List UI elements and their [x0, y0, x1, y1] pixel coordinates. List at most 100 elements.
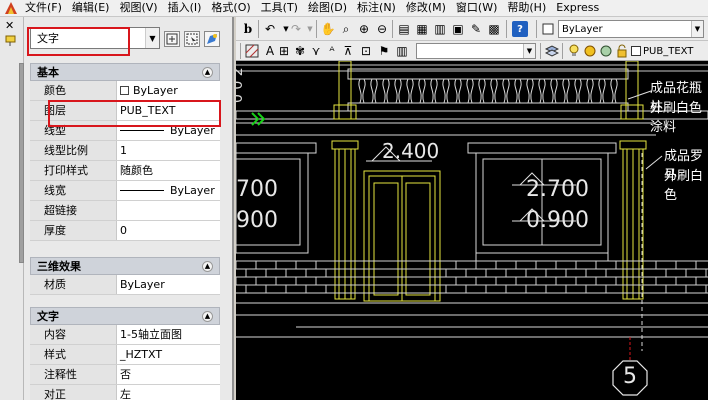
menu-format[interactable]: 格式(O) — [206, 0, 255, 16]
dim-text[interactable]: 700 — [236, 177, 278, 202]
baluster — [370, 78, 378, 104]
select-objects-icon[interactable] — [184, 31, 200, 47]
prop-row-plot-style[interactable]: 打印样式 随颜色 — [30, 161, 220, 181]
layer-thaw-icon[interactable] — [582, 43, 598, 59]
prop-row-thickness[interactable]: 厚度 0 — [30, 221, 220, 241]
section-3d-effects[interactable]: 三维效果 ▲ — [30, 257, 220, 275]
toolbar-separator — [536, 20, 537, 38]
prop-row-style[interactable]: 样式 _HZTXT — [30, 345, 220, 365]
app-icon[interactable] — [2, 1, 20, 16]
table-style-icon[interactable]: ✾ — [292, 43, 308, 59]
undo-icon[interactable]: ↶ — [262, 21, 278, 37]
annotation-scale-icon[interactable]: ⊡ — [358, 43, 374, 59]
markup-icon[interactable]: ✎ — [468, 21, 484, 37]
layer-on-icon[interactable] — [566, 43, 582, 59]
bold-icon[interactable]: b — [240, 21, 256, 37]
pin-icon[interactable] — [4, 33, 18, 50]
calculator-icon[interactable]: ▩ — [486, 21, 502, 37]
zoom-realtime-icon[interactable]: ⌕ — [338, 21, 354, 37]
pan-icon[interactable]: ✋ — [320, 21, 336, 37]
chevron-down-icon[interactable]: ▼ — [691, 21, 703, 37]
prop-value: 0 — [120, 223, 127, 237]
dimension-style-icon[interactable]: ⊞ — [276, 43, 292, 59]
menu-draw[interactable]: 绘图(D) — [303, 0, 352, 16]
style-control[interactable]: ▼ — [416, 43, 536, 59]
baluster — [442, 78, 450, 104]
mleader-style-icon[interactable]: ⋎ — [308, 43, 324, 59]
prop-row-layer[interactable]: 图层 PUB_TEXT — [30, 101, 220, 121]
zoom-previous-icon[interactable]: ⊖ — [374, 21, 390, 37]
menu-express[interactable]: Express — [551, 0, 604, 16]
menu-modify[interactable]: 修改(M) — [401, 0, 451, 16]
prop-label: 材质 — [30, 275, 117, 294]
axis-label[interactable]: 5 — [623, 364, 637, 389]
color-control[interactable]: ByLayer ▼ — [558, 20, 704, 38]
prop-row-justify[interactable]: 对正 左 — [30, 385, 220, 400]
dim-text[interactable]: 2.400 — [382, 139, 439, 163]
chevron-down-icon[interactable]: ▼ — [145, 28, 159, 48]
design-center-icon[interactable]: ▦ — [414, 21, 430, 37]
pickadd-toggle-icon[interactable] — [204, 31, 220, 47]
quick-select-icon[interactable] — [164, 31, 180, 47]
layer-control[interactable]: PUB_TEXT — [640, 43, 706, 59]
collapse-icon[interactable]: ▲ — [202, 67, 213, 78]
baluster — [550, 78, 558, 104]
menu-tools[interactable]: 工具(T) — [256, 0, 303, 16]
menu-edit[interactable]: 编辑(E) — [67, 0, 115, 16]
layer-color-icon[interactable] — [540, 21, 556, 37]
baluster — [574, 78, 582, 104]
menu-insert[interactable]: 插入(I) — [163, 0, 207, 16]
menu-file[interactable]: 文件(F) — [20, 0, 67, 16]
baluster — [382, 78, 390, 104]
object-type-value: 文字 — [37, 32, 59, 45]
dim-text[interactable]: 2.700 — [526, 177, 589, 202]
text-icon[interactable]: ᴬ — [324, 43, 340, 59]
linetype-preview — [120, 130, 164, 131]
object-type-select[interactable]: 文字 ▼ — [30, 27, 160, 49]
drawing-canvas[interactable]: 0 0 2 2.400 2.700 0.900 700 900 成品花瓶柱 外刷… — [236, 61, 708, 400]
menu-window[interactable]: 窗口(W) — [451, 0, 502, 16]
viewport-thaw-icon[interactable] — [598, 43, 614, 59]
prop-label: 样式 — [30, 345, 117, 364]
collapse-icon[interactable]: ▲ — [202, 261, 213, 272]
sheet-set-icon[interactable]: ▣ — [450, 21, 466, 37]
prop-row-annotative[interactable]: 注释性 否 — [30, 365, 220, 385]
prop-label: 颜色 — [30, 81, 117, 100]
hatch-icon[interactable] — [244, 43, 260, 59]
properties-icon[interactable]: ▤ — [396, 21, 412, 37]
dim-text[interactable]: 0.900 — [526, 208, 589, 233]
flag-icon[interactable]: ⚑ — [376, 43, 392, 59]
zoom-window-icon[interactable]: ⊕ — [356, 21, 372, 37]
prop-value: ByLayer — [170, 123, 215, 137]
baluster — [502, 78, 510, 104]
baluster — [394, 78, 402, 104]
menu-view[interactable]: 视图(V) — [114, 0, 162, 16]
prop-row-linetype-scale[interactable]: 线型比例 1 — [30, 141, 220, 161]
menu-help[interactable]: 帮助(H) — [502, 0, 551, 16]
align-text-icon[interactable]: ⊼ — [340, 43, 356, 59]
section-text[interactable]: 文字 ▲ — [30, 307, 220, 325]
annotation-note[interactable]: 外刷白色 — [664, 165, 708, 203]
prop-row-linetype[interactable]: 线型 ByLayer — [30, 121, 220, 141]
section-basic[interactable]: 基本 ▲ — [30, 63, 220, 81]
help-icon[interactable]: ? — [512, 21, 528, 37]
prop-value: 否 — [120, 367, 131, 381]
block-icon[interactable]: ▥ — [394, 43, 410, 59]
prop-label: 线宽 — [30, 181, 117, 200]
menu-dimension[interactable]: 标注(N) — [352, 0, 401, 16]
prop-row-contents[interactable]: 内容 1-5轴立面图 — [30, 325, 220, 345]
dim-text[interactable]: 900 — [236, 208, 278, 233]
tool-palettes-icon[interactable]: ▥ — [432, 21, 448, 37]
prop-value: ByLayer — [133, 83, 178, 97]
prop-row-material[interactable]: 材质 ByLayer — [30, 275, 220, 295]
prop-row-lineweight[interactable]: 线宽 ByLayer — [30, 181, 220, 201]
color-control-value: ByLayer — [562, 23, 603, 35]
prop-row-color[interactable]: 颜色 ByLayer — [30, 81, 220, 101]
layer-manager-icon[interactable] — [544, 43, 560, 59]
close-icon[interactable]: ✕ — [5, 19, 14, 32]
prop-row-hyperlink[interactable]: 超链接 — [30, 201, 220, 221]
chevron-down-icon[interactable]: ▼ — [523, 44, 535, 58]
annotation-note[interactable]: 外刷白色涂料 — [650, 97, 708, 135]
collapse-icon[interactable]: ▲ — [202, 311, 213, 322]
toolbar-separator — [392, 20, 393, 38]
